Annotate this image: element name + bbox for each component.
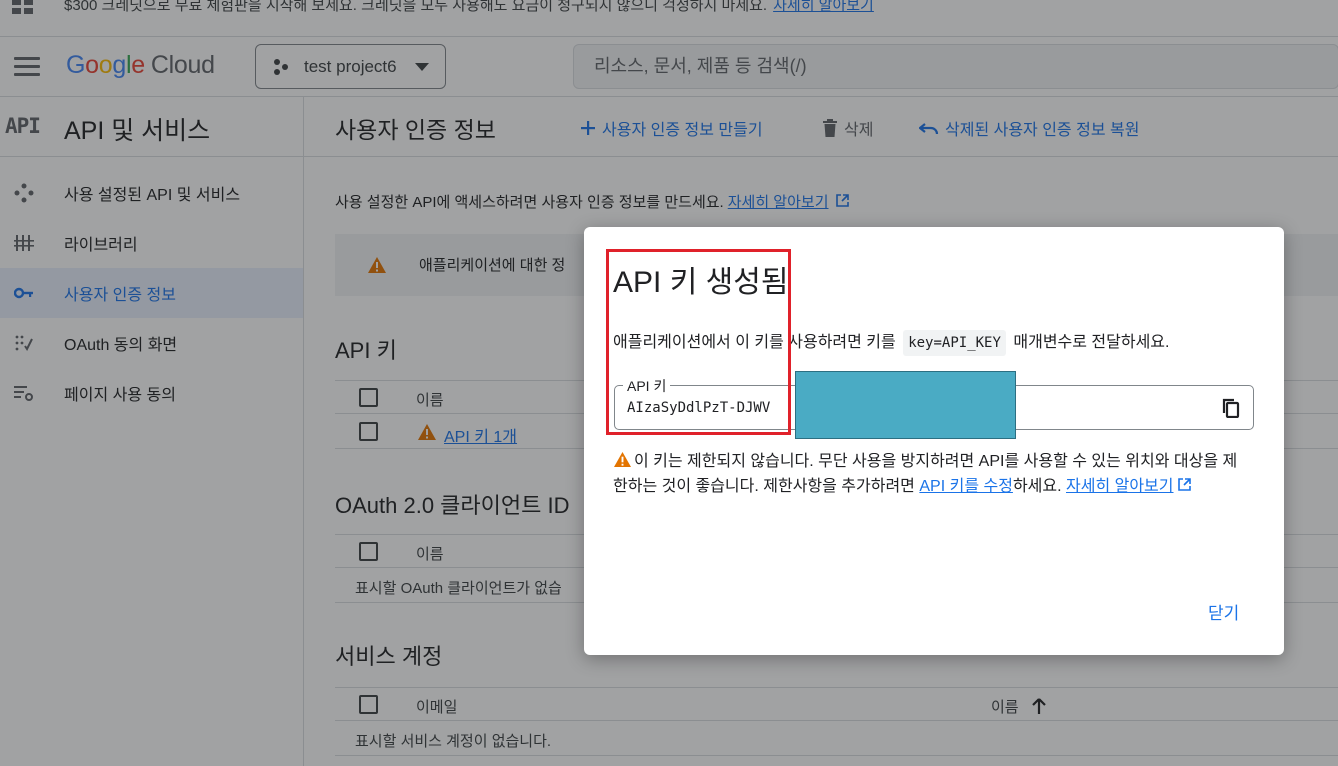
copy-icon[interactable]: [1221, 398, 1241, 418]
api-key-created-dialog: API 키 생성됨 애플리케이션에서 이 키를 사용하려면 키를 key=API…: [584, 227, 1284, 655]
redaction-box: [795, 371, 1016, 439]
edit-api-key-link[interactable]: API 키를 수정: [919, 478, 1013, 495]
dialog-desc-after: 매개변수로 전달하세요.: [1013, 334, 1170, 351]
dialog-learn-more-link[interactable]: 자세히 알아보기: [1066, 478, 1174, 495]
dialog-title: API 키 생성됨: [613, 266, 789, 299]
dialog-desc-before: 애플리케이션에서 이 키를 사용하려면 키를: [613, 334, 896, 351]
unrestricted-key-warning: 이 키는 제한되지 않습니다. 무단 사용을 방지하려면 API를 사용할 수 …: [613, 449, 1243, 499]
close-button[interactable]: 닫기: [1208, 599, 1239, 624]
dialog-description: 애플리케이션에서 이 키를 사용하려면 키를 key=API_KEY 매개변수로…: [613, 328, 1170, 356]
external-link-icon: [1178, 478, 1191, 491]
param-code-chip: key=API_KEY: [903, 330, 1006, 356]
api-key-field-label: API 키: [623, 376, 671, 396]
warning-mid-text: 하세요.: [1012, 478, 1062, 495]
warning-icon: [614, 451, 631, 468]
